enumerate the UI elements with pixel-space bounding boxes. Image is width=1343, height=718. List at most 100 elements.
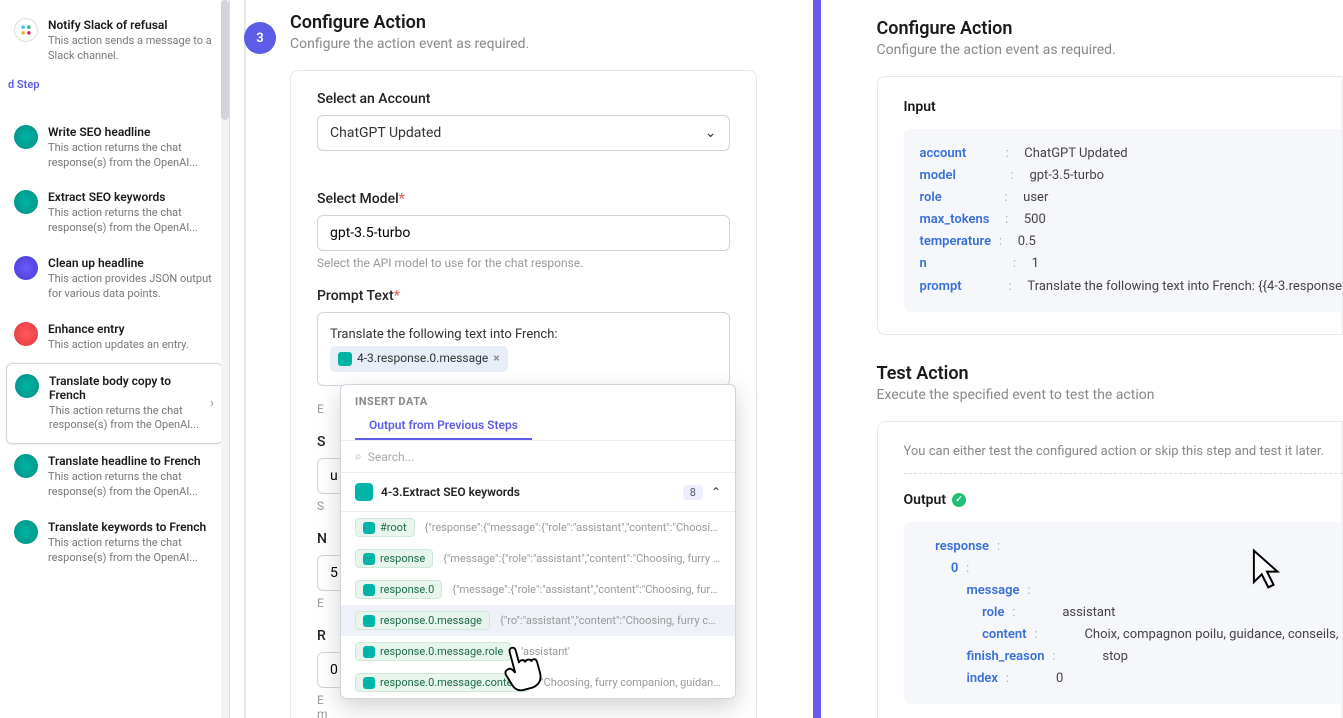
model-label: Select Model* — [317, 191, 730, 207]
input-heading: Input — [904, 99, 1343, 115]
openai-icon — [15, 374, 39, 398]
sidebar-item-title: Write SEO headline — [48, 125, 215, 139]
configure-action-heading: Configure Action — [877, 18, 1343, 39]
scrollbar-thumb[interactable] — [221, 0, 229, 120]
prompt-textarea[interactable]: Translate the following text into French… — [317, 312, 730, 386]
data-preview: {"response":{"message":{"role":"assistan… — [425, 521, 721, 534]
popover-row[interactable]: #root {"response":{"message":{"role":"as… — [341, 512, 735, 543]
output-label: Output — [904, 492, 947, 508]
openai-icon — [14, 190, 38, 214]
account-label: Select an Account — [317, 91, 730, 107]
step-3-badge: 3 — [244, 22, 276, 54]
sidebar-item-desc: This action returns the chat response(s)… — [48, 536, 215, 566]
sidebar: Notify Slack of refusal This action send… — [0, 0, 230, 718]
chip-icon — [363, 553, 375, 565]
input-code: account : ChatGPT Updated model : gpt-3.… — [904, 129, 1343, 312]
popover-row[interactable]: response.0.message.role 'assistant' — [341, 636, 735, 667]
openai-icon — [14, 454, 38, 478]
right-pane: 3 4 Configure Action Configure the actio… — [821, 0, 1343, 718]
output-heading: Output ✓ — [904, 492, 1343, 508]
data-preview: {"message":{"role":"assistant","content"… — [452, 583, 721, 596]
openai-icon — [355, 483, 373, 501]
test-card: You can either test the configured actio… — [877, 421, 1343, 718]
data-chip: response.0 — [355, 580, 442, 599]
configure-action-heading: Configure Action — [290, 12, 757, 33]
popover-row[interactable]: response.0.message.content "Choosing, fu… — [341, 667, 735, 698]
required-mark: * — [394, 288, 400, 304]
sidebar-item-desc: This action returns the chat response(s)… — [48, 206, 215, 236]
data-preview: 'assistant' — [521, 645, 721, 658]
popover-search[interactable]: ⌕ Search... — [341, 441, 735, 473]
prompt-text-prefix: Translate the following text into French… — [330, 327, 558, 342]
account-select[interactable]: ChatGPT Updated ⌄ — [317, 115, 730, 151]
openai-icon — [14, 125, 38, 149]
popover-step-title: 4-3.Extract SEO keywords — [381, 485, 675, 499]
input-card: Input account : ChatGPT Updated model : … — [877, 76, 1343, 335]
chip-icon — [338, 352, 352, 366]
sidebar-item-desc: This action returns the chat response(s)… — [48, 470, 215, 500]
chevron-down-icon: ⌄ — [705, 125, 717, 141]
chip-icon — [363, 677, 375, 689]
search-icon: ⌕ — [355, 449, 362, 464]
chip-remove-icon[interactable]: × — [493, 348, 499, 370]
chevron-right-icon: › — [210, 396, 214, 411]
data-chip: #root — [355, 518, 415, 537]
sidebar-item-title: Translate keywords to French — [48, 520, 215, 534]
model-label-text: Select Model — [317, 191, 399, 207]
data-chip: response.0.message.content — [355, 673, 530, 692]
required-mark: * — [399, 191, 405, 207]
add-step-button[interactable]: d Step — [6, 74, 223, 95]
search-placeholder: Search... — [368, 450, 414, 464]
sidebar-item-slack[interactable]: Notify Slack of refusal This action send… — [6, 8, 223, 74]
sidebar-item-translate-headline[interactable]: Translate headline to French This action… — [6, 444, 223, 510]
sidebar-item-title: Enhance entry — [48, 322, 215, 336]
popover-subtab[interactable]: Output from Previous Steps — [355, 412, 532, 440]
data-preview: {"ro":"assistant","content":"Choosing, f… — [500, 614, 721, 627]
sidebar-item-desc: This action updates an entry. — [48, 338, 215, 353]
chip-label: 4-3.response.0.message — [357, 348, 488, 370]
step-connector-line — [244, 0, 246, 718]
entry-icon — [14, 322, 38, 346]
sidebar-item-enhance[interactable]: Enhance entry This action updates an ent… — [6, 312, 223, 363]
sidebar-item-clean-up[interactable]: Clean up headline This action provides J… — [6, 246, 223, 312]
chip-icon — [363, 615, 375, 627]
prompt-chip[interactable]: 4-3.response.0.message × — [330, 346, 508, 372]
chip-icon — [363, 646, 375, 658]
json-icon — [14, 256, 38, 280]
sidebar-item-title: Clean up headline — [48, 256, 215, 270]
data-preview: {"message":{"role":"assistant","content"… — [443, 552, 721, 565]
prompt-label-text: Prompt Text — [317, 288, 394, 304]
popover-row[interactable]: response.0.message {"ro":"assistant","co… — [341, 605, 735, 636]
sidebar-item-title: Translate body copy to French — [49, 374, 200, 402]
account-value: ChatGPT Updated — [330, 125, 441, 141]
data-chip: response.0.message.role — [355, 642, 511, 661]
data-preview: "Choosing, furry companion, guidance, ti… — [540, 676, 721, 689]
split-divider — [813, 0, 821, 718]
popover-count-badge: 8 — [683, 485, 703, 500]
sidebar-item-extract-seo[interactable]: Extract SEO keywords This action returns… — [6, 180, 223, 246]
sidebar-item-write-seo[interactable]: Write SEO headline This action returns t… — [6, 115, 223, 181]
data-chip: response — [355, 549, 433, 568]
prompt-label: Prompt Text* — [317, 288, 730, 304]
test-action-sub: Execute the specified event to test the … — [877, 387, 1343, 403]
sidebar-item-desc: This action returns the chat response(s)… — [48, 141, 215, 171]
configure-action-sub: Configure the action event as required. — [877, 42, 1343, 58]
configure-action-sub: Configure the action event as required. — [290, 36, 757, 52]
sidebar-item-title: Notify Slack of refusal — [48, 18, 215, 32]
data-chip: response.0.message — [355, 611, 490, 630]
success-check-icon: ✓ — [952, 493, 966, 507]
sidebar-item-translate-body[interactable]: Translate body copy to French This actio… — [6, 363, 223, 445]
sidebar-item-title: Extract SEO keywords — [48, 190, 215, 204]
popover-row[interactable]: response.0 {"message":{"role":"assistant… — [341, 574, 735, 605]
popover-step-header[interactable]: 4-3.Extract SEO keywords 8 ⌃ — [341, 473, 735, 512]
output-code: response : 0 : message : role : assistan… — [904, 522, 1343, 705]
popover-row[interactable]: response {"message":{"role":"assistant",… — [341, 543, 735, 574]
chevron-up-icon: ⌃ — [711, 485, 721, 499]
chip-icon — [363, 522, 375, 534]
popover-tab-heading: INSERT DATA — [341, 385, 735, 408]
sidebar-item-title: Translate headline to French — [48, 454, 215, 468]
sidebar-item-translate-keywords[interactable]: Translate keywords to French This action… — [6, 510, 223, 576]
chip-icon — [363, 584, 375, 596]
model-input[interactable] — [317, 215, 730, 251]
model-help: Select the API model to use for the chat… — [317, 256, 730, 270]
